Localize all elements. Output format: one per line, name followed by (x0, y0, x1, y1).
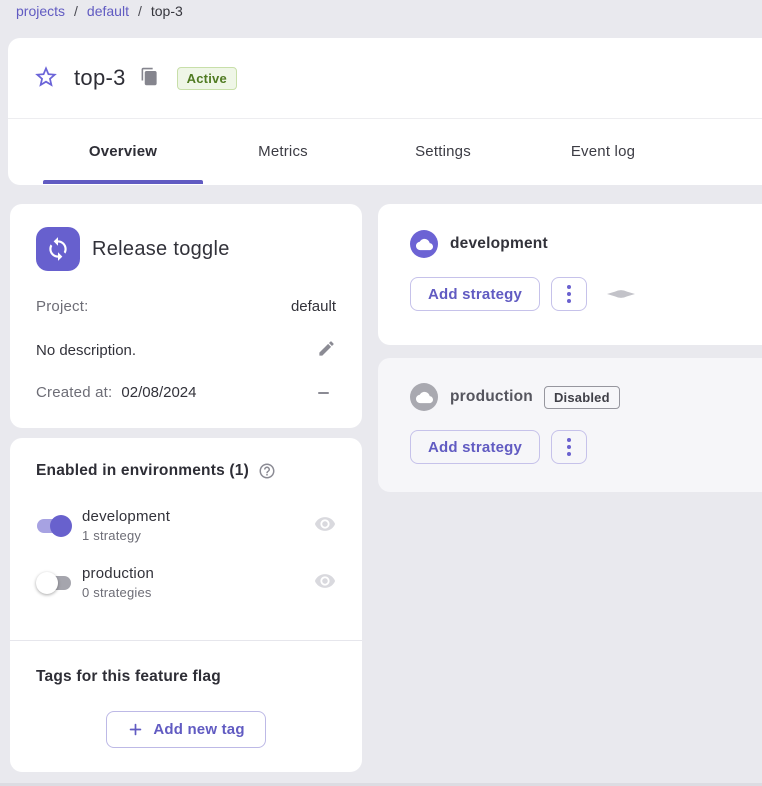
environment-row-development: development 1 strategy (36, 508, 336, 543)
production-environment-panel: production Disabled Add strategy (378, 358, 762, 492)
created-label: Created at: (36, 384, 112, 401)
tab-label: Overview (89, 143, 157, 160)
help-icon[interactable] (258, 462, 276, 480)
enabled-environments-section: Enabled in environments (1) development … (10, 438, 362, 640)
enabled-environments-title: Enabled in environments (1) (36, 462, 249, 480)
release-toggle-icon (36, 227, 80, 271)
description-text: No description. (36, 342, 136, 359)
production-toggle[interactable] (36, 571, 72, 595)
project-row: Project: default (36, 298, 336, 315)
view-environment-button[interactable] (314, 513, 336, 538)
development-toggle[interactable] (36, 514, 72, 538)
breadcrumb-projects-link[interactable]: projects (16, 3, 65, 19)
copy-name-button[interactable] (139, 67, 161, 89)
tab-label: Event log (571, 143, 635, 160)
copy-icon (140, 67, 159, 89)
cloud-icon (410, 383, 438, 411)
environment-name: production (82, 565, 314, 582)
strategy-count: 0 strategies (82, 585, 314, 600)
kebab-icon (567, 438, 571, 456)
no-activity-icon (606, 288, 636, 300)
add-new-tag-button[interactable]: Add new tag (106, 711, 265, 748)
breadcrumb-separator: / (138, 3, 142, 19)
strategy-count: 1 strategy (82, 528, 314, 543)
pencil-icon (317, 339, 336, 361)
tab-event-log[interactable]: Event log (523, 119, 683, 184)
add-strategy-button[interactable]: Add strategy (410, 277, 540, 311)
tags-section: Tags for this feature flag Add new tag (10, 641, 362, 748)
tab-label: Metrics (258, 143, 308, 160)
plus-icon (127, 721, 144, 738)
environment-menu-button[interactable] (551, 430, 587, 464)
kebab-icon (567, 285, 571, 303)
feature-type-row: Release toggle (36, 227, 336, 271)
add-strategy-button[interactable]: Add strategy (410, 430, 540, 464)
status-badge: Active (177, 67, 237, 90)
feature-details-card: Release toggle Project: default No descr… (10, 204, 362, 428)
tab-overview[interactable]: Overview (43, 119, 203, 184)
tab-settings[interactable]: Settings (363, 119, 523, 184)
view-environment-button[interactable] (314, 570, 336, 595)
feature-type-label: Release toggle (92, 238, 230, 261)
environments-card: Enabled in environments (1) development … (10, 438, 362, 772)
tags-title: Tags for this feature flag (36, 668, 336, 686)
add-new-tag-label: Add new tag (153, 721, 244, 738)
toggle-thumb (50, 515, 72, 537)
environment-name: development (82, 508, 314, 525)
project-label: Project: (36, 298, 88, 315)
edit-description-button[interactable] (317, 339, 336, 361)
feature-header-card: top-3 Active Overview Metrics Settings E… (8, 38, 762, 185)
development-environment-panel: development Add strategy (378, 204, 762, 345)
eye-icon (314, 580, 336, 595)
cloud-icon (410, 230, 438, 258)
breadcrumb-current: top-3 (151, 3, 183, 19)
feature-title-row: top-3 Active (8, 38, 762, 118)
breadcrumb: projects / default / top-3 (16, 3, 183, 19)
breadcrumb-separator: / (74, 3, 78, 19)
empty-value-dash (318, 392, 329, 394)
tab-bar: Overview Metrics Settings Event log (8, 118, 762, 184)
tab-label: Settings (415, 143, 471, 160)
environment-panel-name: development (450, 235, 548, 253)
created-row: Created at: 02/08/2024 (36, 384, 336, 401)
tab-metrics[interactable]: Metrics (203, 119, 363, 184)
breadcrumb-default-link[interactable]: default (87, 3, 129, 19)
favorite-button[interactable] (33, 65, 59, 91)
feature-flag-page: projects / default / top-3 top-3 Active … (0, 0, 762, 786)
created-value: 02/08/2024 (121, 384, 196, 401)
disabled-badge: Disabled (544, 386, 620, 409)
environment-panel-name: production (450, 388, 533, 406)
active-tab-indicator (43, 180, 203, 184)
project-value: default (291, 298, 336, 315)
star-icon (33, 64, 59, 93)
environment-menu-button[interactable] (551, 277, 587, 311)
environment-row-production: production 0 strategies (36, 565, 336, 600)
description-row: No description. (36, 339, 336, 361)
eye-icon (314, 523, 336, 538)
page-title: top-3 (74, 65, 126, 91)
toggle-thumb (36, 572, 58, 594)
